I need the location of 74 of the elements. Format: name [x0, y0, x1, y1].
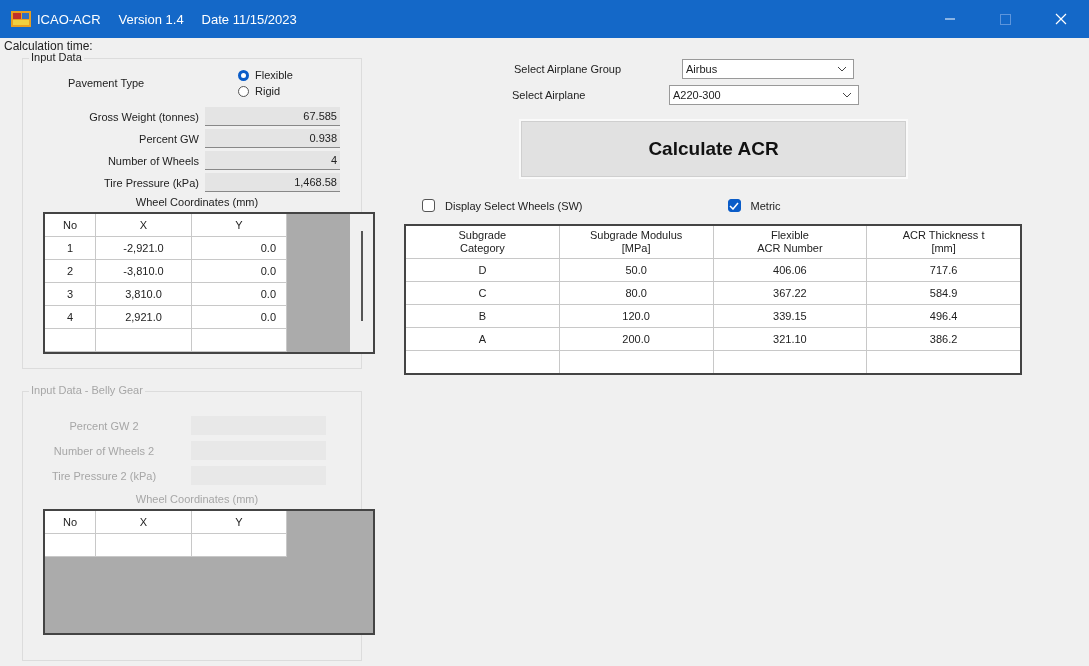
group-title: Input Data - Belly Gear [29, 384, 145, 397]
table-cell: 50.0 [559, 259, 714, 281]
field-label: Percent GW [138, 132, 200, 145]
checkbox[interactable]: Metric [727, 199, 781, 212]
table-cell: 3 [45, 283, 96, 305]
app-icon [11, 11, 31, 27]
table-cell-text: 386.2 [928, 332, 959, 347]
calculation-time-label: Calculation time: [4, 40, 94, 52]
table-cell: 406.06 [713, 259, 868, 281]
chevron-icon [842, 92, 852, 98]
group-title: Input Data [29, 51, 84, 64]
table-cell: 200.0 [559, 328, 714, 350]
table-cell: 80.0 [559, 282, 714, 304]
table-cell: A [406, 328, 560, 350]
checkbox[interactable]: Display Select Wheels (SW) [422, 199, 583, 212]
value-field[interactable]: 0.938 [205, 129, 340, 148]
table-cell: C [406, 282, 560, 304]
radio-option[interactable]: Rigid [238, 85, 293, 97]
field-label: Percent GW 2 [68, 419, 140, 432]
column-header: Subgrade Modulus [MPa] [559, 226, 714, 258]
table-cell-text: 717.6 [928, 263, 959, 278]
table-cell: 2,921.0 [96, 306, 192, 328]
table-cell: -3,810.0 [96, 260, 192, 282]
column-header: No [45, 214, 96, 236]
wheel-coordinates-label: Wheel Coordinates (mm) [134, 493, 260, 505]
calculate-button[interactable]: Calculate ACR [521, 121, 906, 177]
field-label: Tire Pressure (kPa) [103, 176, 200, 189]
table-cell: 3,810.0 [96, 283, 192, 305]
table-cell: 120.0 [559, 305, 714, 327]
version-label: Version 1.4 [118, 11, 184, 27]
table-cell-text: 496.4 [928, 309, 959, 324]
check-icon [729, 201, 740, 210]
table-cell: 4 [45, 306, 96, 328]
airplane-group-dropdown[interactable]: Airbus [682, 59, 854, 79]
airplane-group-label: Select Airplane Group [514, 63, 622, 75]
value-field[interactable]: 4 [205, 151, 340, 170]
table-cell-text: 584.9 [928, 286, 959, 301]
app-name: ICAO-ACR [37, 11, 101, 27]
radio-option[interactable]: Flexible [238, 69, 293, 81]
field-label: Number of Wheels 2 [52, 444, 156, 457]
column-header: Flexible ACR Number [713, 226, 868, 258]
table-cell: 339.15 [713, 305, 868, 327]
table-cell: 321.10 [713, 328, 868, 350]
airplane-label: Select Airplane [512, 89, 587, 101]
value-field[interactable]: 67.585 [205, 107, 340, 126]
field-label: Number of Wheels [106, 154, 200, 167]
column-header: Subgrade Category [406, 226, 560, 258]
field-label: Tire Pressure 2 (kPa) [50, 469, 158, 482]
table-cell: 0.0 [192, 260, 287, 282]
field-label: Gross Weight (tonnes) [88, 110, 200, 123]
table-cell: 1 [45, 237, 96, 259]
table-cell: 0.0 [192, 237, 287, 259]
column-header: ACR Thickness t [mm] [901, 228, 986, 256]
wheel-coordinates-label: Wheel Coordinates (mm) [134, 196, 260, 208]
column-header: Y [192, 511, 287, 533]
table-cell: B [406, 305, 560, 327]
pavement-type-label: Pavement Type [68, 77, 146, 89]
column-header: Y [192, 214, 287, 236]
table-cell: 367.22 [713, 282, 868, 304]
scrollbar[interactable] [361, 231, 363, 321]
column-header: X [96, 511, 192, 533]
table-cell: 0.0 [192, 283, 287, 305]
table-cell: -2,921.0 [96, 237, 192, 259]
table-cell: 2 [45, 260, 96, 282]
chevron-icon [837, 66, 847, 72]
column-header: X [96, 214, 192, 236]
date-label: Date 11/15/2023 [201, 11, 297, 27]
column-header: No [45, 511, 96, 533]
maximize-icon[interactable] [1000, 13, 1011, 25]
table-cell: 0.0 [192, 306, 287, 328]
close-icon[interactable] [1055, 13, 1067, 25]
value-field[interactable]: 1,468.58 [205, 173, 340, 192]
airplane-dropdown[interactable]: A220-300 [669, 85, 859, 105]
table-cell: D [406, 259, 560, 281]
